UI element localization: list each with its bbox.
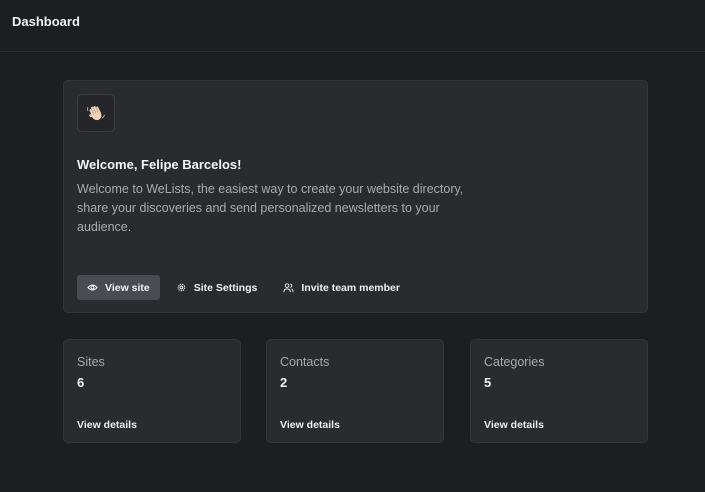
stat-value: 2: [280, 375, 288, 390]
welcome-card: Welcome, Felipe Barcelos! Welcome to WeL…: [63, 80, 648, 313]
view-details-link[interactable]: View details: [484, 419, 544, 431]
eye-icon: [87, 282, 98, 293]
stat-label: Contacts: [280, 355, 330, 369]
site-settings-label: Site Settings: [193, 281, 258, 294]
view-details-link[interactable]: View details: [77, 419, 137, 431]
view-site-label: View site: [105, 281, 150, 294]
gear-icon: [176, 282, 187, 293]
site-settings-button[interactable]: Site Settings: [166, 275, 268, 300]
stat-card-sites: Sites 6 View details: [63, 339, 241, 443]
stat-card-contacts: Contacts 2 View details: [266, 339, 444, 443]
stat-label: Sites: [77, 355, 105, 369]
waving-hand-icon: [77, 94, 115, 132]
stat-card-categories: Categories 5 View details: [470, 339, 648, 443]
stat-label: Categories: [484, 355, 545, 369]
welcome-actions: View site Site Settings Invite team memb…: [77, 275, 410, 300]
welcome-description: Welcome to WeLists, the easiest way to c…: [77, 182, 464, 234]
invite-team-member-label: Invite team member: [301, 281, 400, 294]
view-site-button[interactable]: View site: [77, 275, 160, 300]
top-bar: Dashboard: [0, 0, 705, 52]
users-icon: [283, 282, 294, 293]
stat-value: 6: [77, 375, 85, 390]
view-details-link[interactable]: View details: [280, 419, 340, 431]
page-title: Dashboard: [12, 14, 80, 29]
welcome-title: Welcome, Felipe Barcelos!: [77, 157, 242, 172]
stat-value: 5: [484, 375, 492, 390]
invite-team-member-button[interactable]: Invite team member: [273, 275, 410, 300]
